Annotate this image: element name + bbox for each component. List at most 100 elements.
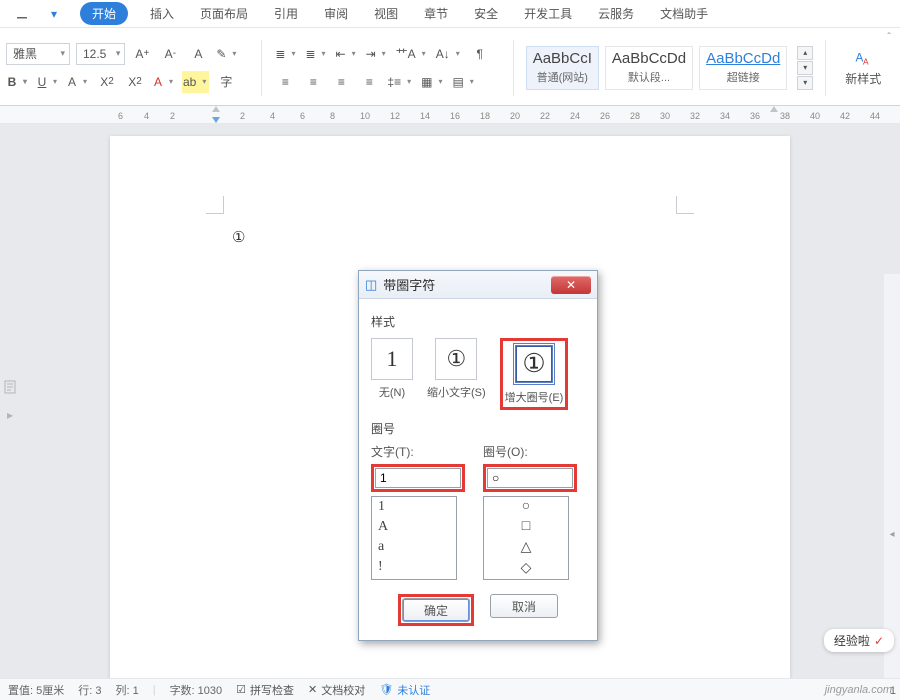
style-hyperlink[interactable]: AaBbCcDd 超链接 — [699, 46, 787, 90]
menu-minimize-icon[interactable] — [4, 3, 40, 25]
grow-font-icon[interactable]: A+ — [131, 43, 153, 65]
superscript-button[interactable]: X2 — [124, 71, 146, 93]
list-item[interactable]: △ — [484, 537, 568, 558]
tab-security[interactable]: 安全 — [470, 1, 502, 26]
styles-scroll-down[interactable]: ▾ — [797, 61, 813, 75]
ruler-tick: 6 — [118, 111, 123, 121]
list-item[interactable]: 1 — [372, 577, 456, 580]
list-item[interactable]: A — [372, 517, 456, 537]
tab-home[interactable]: 开始 — [80, 2, 128, 25]
font-shading-button[interactable]: A — [66, 71, 90, 93]
right-indent-marker[interactable] — [770, 106, 778, 112]
align-right-button[interactable]: ≡ — [330, 71, 352, 93]
style-preview: AaBbCcDd — [612, 50, 686, 67]
list-item[interactable]: 1 — [372, 497, 456, 517]
dialog-titlebar[interactable]: ◫ 带圈字符 ✕ — [359, 271, 597, 299]
underline-button[interactable]: U — [36, 71, 60, 93]
tab-doc-helper[interactable]: 文档助手 — [656, 1, 712, 26]
indent-decrease-button[interactable]: ⇤ — [335, 43, 359, 65]
styles-expand[interactable]: ▾ — [797, 76, 813, 90]
new-style-button[interactable]: AA 新样式 — [838, 48, 888, 87]
showmarks-button[interactable]: ¶ — [469, 43, 491, 65]
ruler-tick: 12 — [390, 111, 400, 121]
status-bar: 置值: 5厘米 行: 3 列: 1 | 字数: 1030 ☑ 拼写检查 ✕ 文档… — [0, 678, 900, 700]
indent-increase-button[interactable]: ⇥ — [365, 43, 389, 65]
doc-proof-button[interactable]: ✕ 文档校对 — [308, 682, 365, 698]
numbering-button[interactable]: ≣ — [304, 43, 328, 65]
divider: | — [153, 684, 156, 696]
ring-section-label: 圈号 — [371, 420, 585, 437]
clear-format-icon[interactable]: ✎ — [215, 43, 239, 65]
text-direction-button[interactable]: 艹A — [395, 43, 429, 65]
style-option-none[interactable]: 1 无(N) — [371, 338, 413, 400]
subscript-button[interactable]: X2 — [96, 71, 118, 93]
style-option-enlarge[interactable]: ① 增大圈号(E) — [505, 343, 564, 405]
spell-check-button[interactable]: ☑ 拼写检查 — [236, 682, 294, 698]
bold-button[interactable]: B — [6, 71, 30, 93]
side-panel-handle[interactable]: ◂ — [884, 274, 900, 678]
align-center-button[interactable]: ≡ — [302, 71, 324, 93]
change-case-icon[interactable]: A — [187, 43, 209, 65]
sort-button[interactable]: A↓ — [435, 43, 463, 65]
dialog-body: 样式 1 无(N) ① 缩小文字(S) ① 增大圈号(E) 圈号 — [359, 299, 597, 640]
text-input[interactable] — [375, 468, 461, 488]
highlight-button[interactable]: ab — [182, 71, 209, 93]
align-left-button[interactable]: ≡ — [274, 71, 296, 93]
line-spacing-button[interactable]: ‡≡ — [386, 71, 414, 93]
enclose-char-button[interactable]: 字 — [215, 71, 237, 93]
style-normal-web[interactable]: AaBbCcI 普通(网站) — [526, 46, 599, 90]
ruler-tick: 22 — [540, 111, 550, 121]
style-option-shrink[interactable]: ① 缩小文字(S) — [427, 338, 486, 400]
tab-cloud[interactable]: 云服务 — [594, 1, 638, 26]
tab-references[interactable]: 引用 — [270, 1, 302, 26]
ruler-tick: 6 — [300, 111, 305, 121]
styles-scroll-up[interactable]: ▴ — [797, 46, 813, 60]
ring-input[interactable] — [487, 468, 573, 488]
list-item[interactable]: a — [372, 537, 456, 557]
hanging-indent-marker[interactable] — [212, 106, 220, 112]
shading-para-button[interactable]: ▦ — [420, 71, 445, 93]
sample-box: 1 — [371, 338, 413, 380]
ring-listbox[interactable]: ○ □ △ ◇ — [483, 496, 569, 580]
styles-gallery: AaBbCcI 普通(网站) AaBbCcDd 默认段... AaBbCcDd … — [526, 46, 814, 90]
ok-button[interactable]: 确定 — [402, 598, 470, 622]
font-size-combo[interactable]: 12.5 — [76, 43, 125, 65]
file-dropdown[interactable]: ▾ — [40, 3, 68, 25]
status-line: 行: 3 — [78, 682, 101, 698]
ruler-tick: 24 — [570, 111, 580, 121]
tab-devtools[interactable]: 开发工具 — [520, 1, 576, 26]
ribbon-collapse-icon[interactable]: ˆ — [882, 30, 896, 44]
borders-button[interactable]: ▤ — [451, 71, 476, 93]
align-justify-button[interactable]: ≡ — [358, 71, 380, 93]
dock-page-icon[interactable] — [2, 379, 18, 395]
list-item[interactable]: ◇ — [484, 558, 568, 579]
text-listbox[interactable]: 1 A a ! 1 — [371, 496, 457, 580]
auth-status[interactable]: 🛡 未认证 — [379, 682, 430, 698]
brand-watermark: 经验啦 ✓ — [824, 629, 894, 652]
tab-page-layout[interactable]: 页面布局 — [196, 1, 252, 26]
status-word-count[interactable]: 字数: 1030 — [170, 682, 223, 698]
bullets-button[interactable]: ≣ — [274, 43, 298, 65]
style-preview: AaBbCcDd — [706, 50, 780, 67]
sample-box-selected: ① — [513, 343, 555, 385]
tab-view[interactable]: 视图 — [370, 1, 402, 26]
dock-nav-icon[interactable]: ▸ — [2, 407, 18, 423]
list-item[interactable]: ○ — [484, 497, 568, 517]
style-default-paragraph[interactable]: AaBbCcDd 默认段... — [605, 46, 693, 90]
font-name-combo[interactable]: 雅黑 — [6, 43, 70, 65]
ruler[interactable]: 6 4 2 2 4 6 8 10 12 14 16 18 20 22 24 26… — [0, 106, 900, 124]
tab-insert[interactable]: 插入 — [146, 1, 178, 26]
list-item[interactable]: □ — [484, 517, 568, 537]
ruler-tick: 4 — [144, 111, 149, 121]
highlight-box: ① 增大圈号(E) — [500, 338, 569, 410]
font-color-button[interactable]: A — [152, 71, 176, 93]
shrink-font-icon[interactable]: A- — [159, 43, 181, 65]
sample-label: 增大圈号(E) — [505, 389, 564, 405]
first-line-indent-marker[interactable] — [212, 117, 220, 123]
cancel-button[interactable]: 取消 — [490, 594, 558, 618]
tab-review[interactable]: 审阅 — [320, 1, 352, 26]
list-item[interactable]: ! — [372, 557, 456, 577]
check-icon: ✓ — [874, 634, 884, 648]
tab-chapter[interactable]: 章节 — [420, 1, 452, 26]
close-icon[interactable]: ✕ — [551, 276, 591, 294]
